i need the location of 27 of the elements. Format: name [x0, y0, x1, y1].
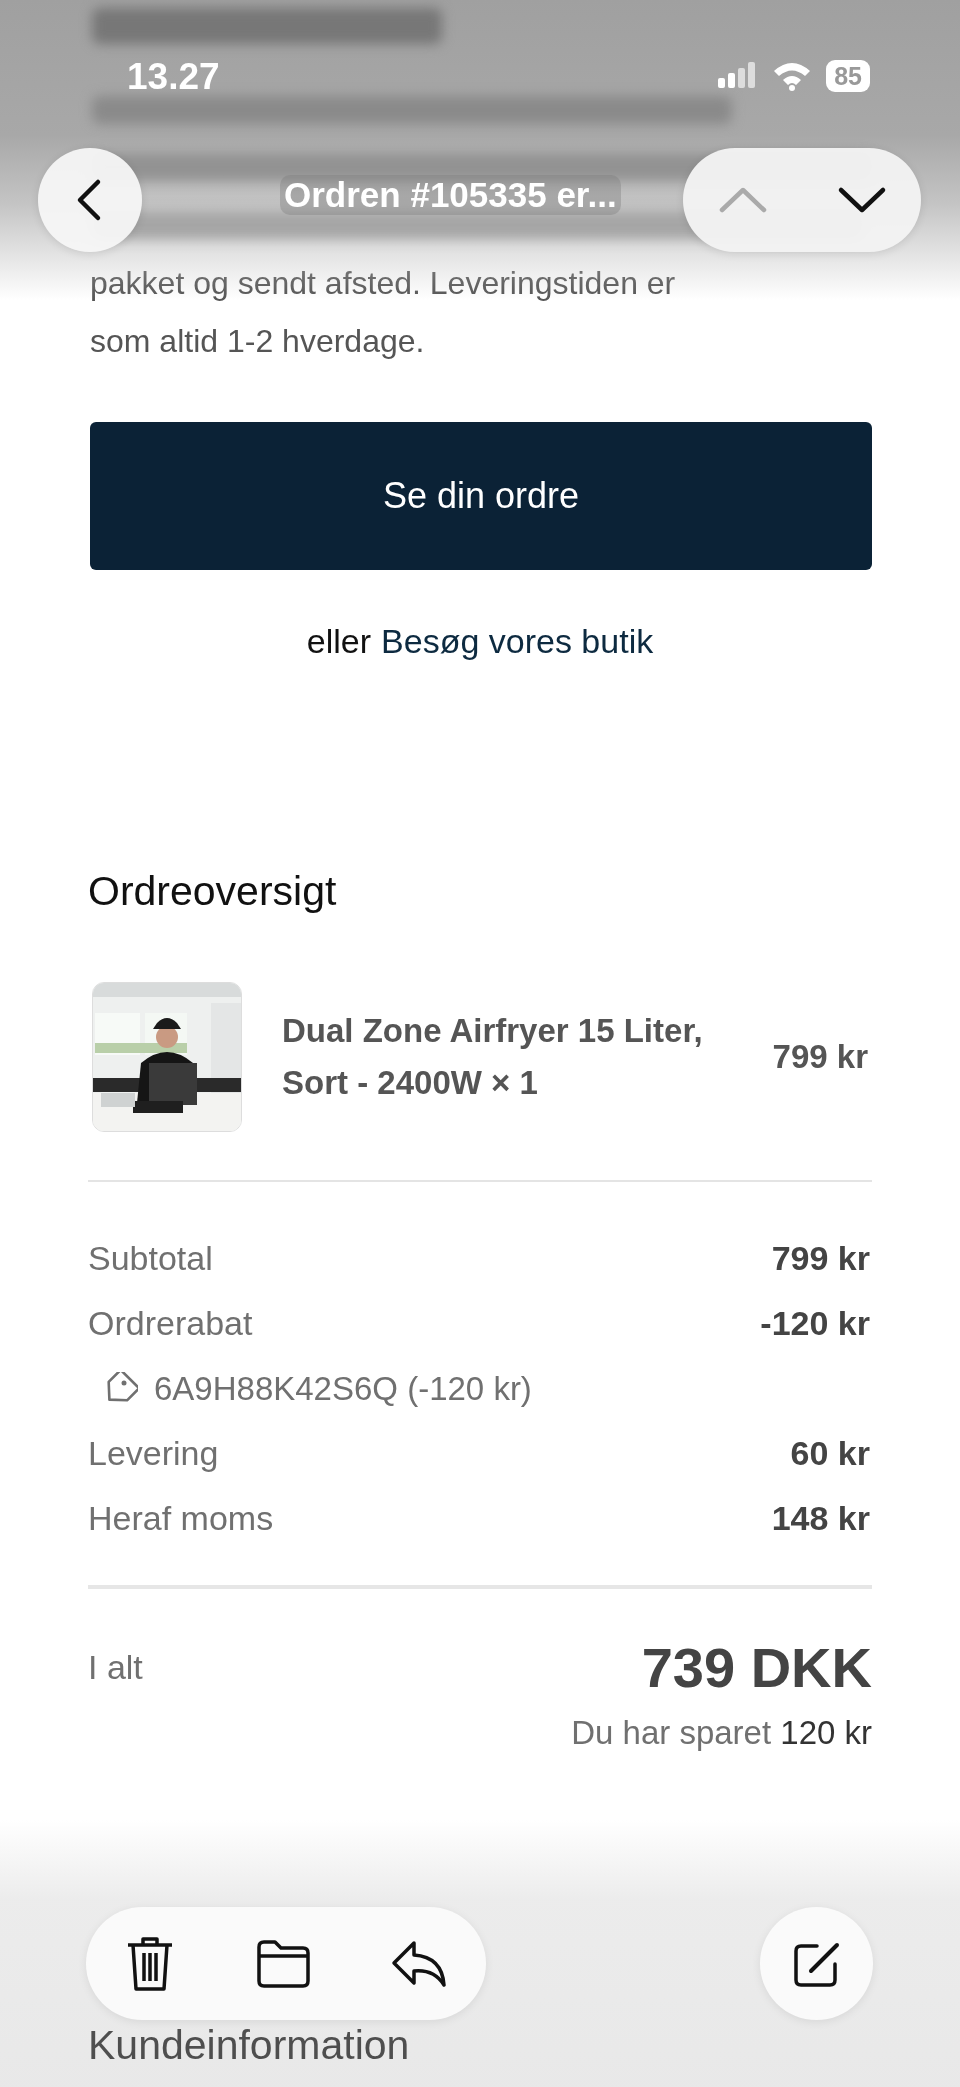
savings-text: Du har sparet 120 kr — [571, 1714, 872, 1751]
or-text: eller — [306, 622, 372, 661]
summary-value: 60 kr — [790, 1434, 870, 1473]
message-title: Ordren #105335 er... — [280, 175, 621, 215]
discount-code: 6A9H88K42S6Q (-120 kr) — [154, 1369, 532, 1408]
email-message: pakket og sendt afsted. Leveringstiden er som altid 1-2 hverdage. — [90, 264, 677, 361]
total-amount: 739 DKK — [641, 1635, 872, 1700]
chevron-up-icon — [717, 185, 768, 215]
battery-level: 85 — [826, 60, 870, 92]
reply-icon — [389, 1938, 448, 1989]
summary-label: Ordrerabat — [88, 1304, 253, 1343]
summary-value: -120 kr — [760, 1304, 870, 1343]
wifi-icon — [772, 61, 813, 91]
visit-store-link[interactable]: Besøg vores butik — [381, 622, 654, 661]
summary-value: 148 kr — [771, 1499, 870, 1538]
summary-label: Subtotal — [88, 1239, 213, 1278]
status-time: 13.27 — [127, 56, 220, 98]
total-label: I alt — [88, 1648, 143, 1687]
section-heading: Kundeinformation — [88, 2021, 411, 2070]
chevron-down-icon — [836, 185, 887, 215]
product-name: Dual Zone Airfryer 15 Liter, Sort - 2400W × 1 — [282, 1011, 704, 1103]
summary-value: 799 kr — [771, 1239, 870, 1278]
view-order-button[interactable]: Se din ordre — [90, 422, 872, 570]
summary-label: Heraf moms — [88, 1499, 274, 1538]
summary-label: Levering — [88, 1434, 219, 1473]
product-price: 799 kr — [772, 1038, 868, 1076]
section-heading: Ordreoversigt — [88, 867, 338, 916]
